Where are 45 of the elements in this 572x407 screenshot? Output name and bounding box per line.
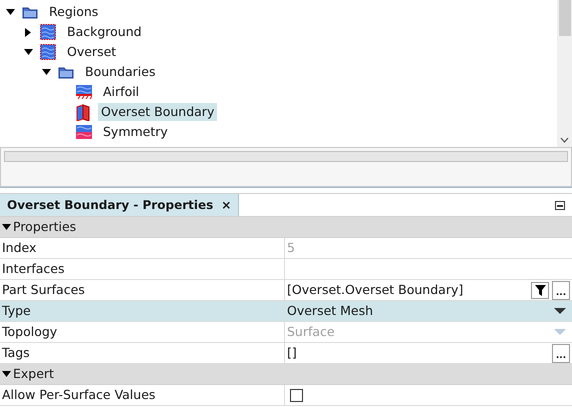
checkbox[interactable] xyxy=(290,388,303,402)
dropdown-icon[interactable] xyxy=(554,308,566,314)
property-label: Topology xyxy=(2,322,58,341)
tab-title: Overset Boundary - Properties xyxy=(7,197,214,214)
tree-item[interactable]: Boundaries xyxy=(82,62,158,82)
property-label: Type xyxy=(2,302,31,320)
property-label: Interfaces xyxy=(2,260,64,278)
more-button[interactable]: ... xyxy=(552,280,570,300)
property-value: [Overset.Overset Boundary] xyxy=(287,280,464,299)
filter-button[interactable] xyxy=(531,282,549,298)
folder-icon xyxy=(22,6,38,18)
wall-boundary-icon xyxy=(76,85,92,99)
tree-item[interactable]: Overset xyxy=(64,42,120,62)
folder-icon xyxy=(58,66,74,78)
property-value: [] xyxy=(287,344,298,362)
mesh-region-icon xyxy=(40,24,56,40)
collapse-icon[interactable] xyxy=(6,9,14,15)
minimize-icon[interactable] xyxy=(555,200,565,210)
overset-boundary-icon xyxy=(76,104,90,120)
section-header[interactable]: Expert xyxy=(13,364,54,384)
tree-item[interactable]: Background xyxy=(64,22,145,42)
property-value: 5 xyxy=(287,238,296,257)
property-label: Allow Per-Surface Values xyxy=(2,386,156,404)
properties-tab[interactable]: Overset Boundary - Properties × xyxy=(0,194,240,216)
section-header[interactable]: Properties xyxy=(13,218,76,236)
tree-item[interactable]: Airfoil xyxy=(100,82,142,102)
property-label: Tags xyxy=(2,344,30,362)
scroll-down-icon[interactable] xyxy=(560,137,569,143)
tree-item[interactable]: Symmetry xyxy=(100,122,171,142)
collapse-icon[interactable] xyxy=(42,69,50,75)
expand-icon[interactable] xyxy=(25,28,31,36)
symmetry-boundary-icon xyxy=(76,125,92,139)
property-label: Part Surfaces xyxy=(2,280,85,299)
collapse-icon[interactable] xyxy=(2,371,11,377)
property-label: Index xyxy=(2,238,36,257)
tree-item[interactable]: Regions xyxy=(46,2,102,22)
horizontal-scrollbar[interactable] xyxy=(4,151,568,162)
collapse-icon[interactable] xyxy=(24,49,32,55)
close-button[interactable]: × xyxy=(221,196,232,214)
tree-item[interactable]: Overset Boundary xyxy=(98,102,218,122)
collapse-icon[interactable] xyxy=(2,224,11,230)
more-button[interactable]: ... xyxy=(552,344,570,362)
scrollbar-thumb[interactable] xyxy=(558,0,570,36)
property-value[interactable]: Overset Mesh xyxy=(287,302,551,320)
mesh-region-icon xyxy=(40,44,56,60)
